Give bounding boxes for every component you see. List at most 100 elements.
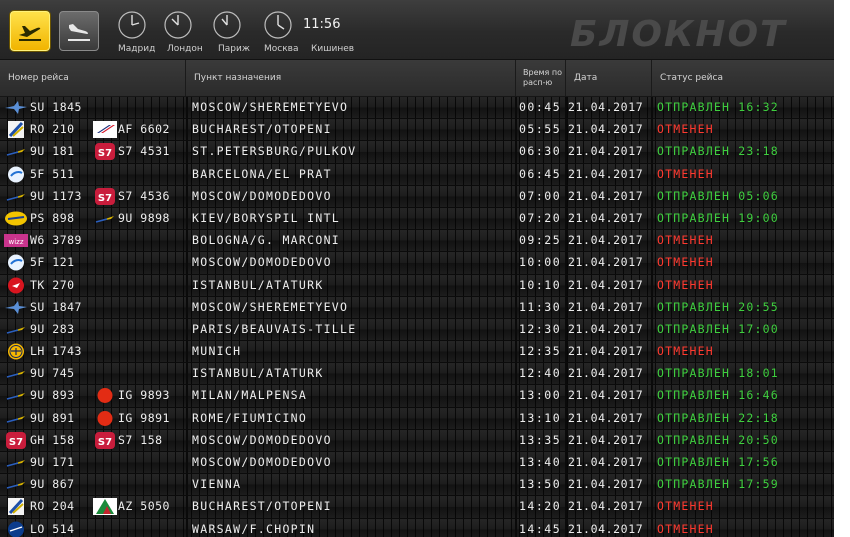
clock-icon bbox=[212, 10, 242, 40]
codeshare-flight-number: AF 6602 bbox=[118, 122, 170, 137]
header-bar: Мадрид Лондон Париж Москва Кишинев 11:56… bbox=[0, 0, 834, 60]
svg-text:S7: S7 bbox=[98, 437, 112, 448]
city-label: Мадрид bbox=[118, 44, 156, 54]
flight-status: ОТМЕНЕН bbox=[657, 122, 714, 137]
flight-date: 21.04.2017 bbox=[568, 188, 644, 203]
codeshare-logo-icon: S7 bbox=[93, 143, 117, 161]
flight-status: ОТМЕНЕН bbox=[657, 166, 714, 181]
destination: BOLOGNA/G. MARCONI bbox=[192, 233, 341, 248]
flight-list: SU 1845 MOSCOW/SHEREMETYEVO 00:45 21.04.201… bbox=[0, 97, 834, 537]
airline-logo-icon bbox=[4, 277, 28, 294]
clock-icon bbox=[263, 10, 293, 40]
scheduled-time: 06:30 bbox=[519, 144, 562, 159]
flight-date: 21.04.2017 bbox=[568, 277, 644, 292]
codeshare-flight-number: AZ 5050 bbox=[118, 499, 170, 514]
flight-date: 21.04.2017 bbox=[568, 166, 644, 181]
destination: MOSCOW/DOMODEDOVO bbox=[192, 188, 332, 203]
scheduled-time: 00:45 bbox=[519, 100, 562, 114]
svg-text:S7: S7 bbox=[98, 193, 112, 204]
flight-number: 9U 867 bbox=[30, 477, 75, 492]
airline-logo-icon bbox=[4, 521, 28, 537]
destination: ISTANBUL/ATATURK bbox=[192, 366, 324, 381]
airline-logo-icon bbox=[4, 299, 28, 316]
flight-row: SU 1847 MOSCOW/SHEREMETYEVO 11:30 21.04.201… bbox=[0, 296, 834, 319]
scheduled-time: 10:10 bbox=[519, 277, 562, 292]
codeshare-logo-icon: S7 bbox=[93, 187, 117, 205]
departures-button[interactable] bbox=[10, 11, 50, 51]
codeshare-flight-number: S7 4531 bbox=[118, 144, 170, 159]
flight-status: ОТПРАВЛЕН 23:18 bbox=[657, 144, 779, 159]
flight-date: 21.04.2017 bbox=[568, 344, 644, 359]
flight-row: 5F 121 MOSCOW/DOMODEDOVO 10:00 21.04.2017 ОТ… bbox=[0, 252, 834, 275]
flight-date: 21.04.2017 bbox=[568, 388, 644, 403]
brand-watermark: БЛОКНОТ bbox=[570, 14, 787, 55]
flight-status: ОТПРАВЛЕН 17:59 bbox=[657, 477, 779, 492]
flight-row: S7 GH 158 S7 S7 158 MOSCOW/DOMODEDOVO 13:35 21… bbox=[0, 429, 834, 452]
scheduled-time: 12:30 bbox=[519, 321, 562, 336]
flight-status: ОТПРАВЛЕН 05:06 bbox=[657, 188, 779, 203]
scheduled-time: 12:40 bbox=[519, 366, 562, 381]
arrivals-button[interactable] bbox=[59, 11, 99, 51]
flight-number: 9U 181 bbox=[30, 144, 75, 159]
destination: MILAN/MALPENSA bbox=[192, 388, 308, 403]
flight-date: 21.04.2017 bbox=[568, 477, 644, 492]
codeshare-logo-icon bbox=[93, 387, 117, 404]
svg-text:S7: S7 bbox=[98, 148, 112, 159]
city-label: Париж bbox=[218, 44, 250, 54]
city-label: Москва bbox=[264, 44, 299, 54]
codeshare-flight-number: S7 158 bbox=[118, 432, 163, 447]
destination: MOSCOW/SHEREMETYEVO bbox=[192, 299, 349, 314]
destination: MOSCOW/DOMODEDOVO bbox=[192, 255, 332, 270]
flight-status: ОТМЕНЕН bbox=[657, 344, 714, 359]
flight-row: 9U 893 IG 9893 MILAN/MALPENSA 13:00 21.04.20… bbox=[0, 385, 834, 408]
flight-status: ОТПРАВЛЕН 20:50 bbox=[657, 432, 779, 447]
flight-number: 9U 283 bbox=[30, 321, 75, 336]
codeshare-logo-icon bbox=[93, 210, 117, 227]
airline-logo-icon bbox=[4, 476, 28, 493]
scheduled-time: 09:25 bbox=[519, 233, 562, 248]
scheduled-time: 13:40 bbox=[519, 455, 562, 469]
codeshare-flight-number: IG 9891 bbox=[118, 410, 170, 425]
flight-row: 9U 745 ISTANBUL/ATATURK 12:40 21.04.2017 ОТП… bbox=[0, 363, 834, 386]
svg-text:S7: S7 bbox=[9, 437, 23, 448]
flight-date: 21.04.2017 bbox=[568, 366, 644, 381]
destination: BUCHAREST/OTOPENI bbox=[192, 499, 332, 514]
clock-icon bbox=[163, 10, 193, 40]
flight-number: PS 898 bbox=[30, 210, 75, 225]
column-headers: Номер рейса Пункт назначения Время по ра… bbox=[0, 60, 834, 96]
scheduled-time: 14:20 bbox=[519, 499, 562, 514]
airline-logo-icon bbox=[4, 254, 28, 271]
flight-number: 9U 891 bbox=[30, 410, 75, 425]
flight-row: SU 1845 MOSCOW/SHEREMETYEVO 00:45 21.04.201… bbox=[0, 97, 834, 120]
flight-row: RO 204 AZ 5050 BUCHAREST/OTOPENI 14:20 21.04… bbox=[0, 496, 834, 519]
flight-row: 9U 891 IG 9891 ROME/FIUMICINO 13:10 21.04.20… bbox=[0, 407, 834, 430]
flight-number: TK 270 bbox=[30, 277, 75, 292]
flight-row: 9U 283 PARIS/BEAUVAIS-TILLE 12:30 21.04.201… bbox=[0, 318, 834, 342]
flight-row: TK 270 ISTANBUL/ATATURK 10:10 21.04.2017 ОТМ… bbox=[0, 274, 834, 297]
destination: MOSCOW/SHEREMETYEVO bbox=[192, 100, 349, 114]
airline-logo-icon bbox=[4, 365, 28, 382]
scheduled-time: 10:00 bbox=[519, 255, 562, 270]
destination: ISTANBUL/ATATURK bbox=[192, 277, 324, 292]
departures-board: Мадрид Лондон Париж Москва Кишинев 11:56… bbox=[0, 0, 834, 537]
codeshare-flight-number: 9U 9898 bbox=[118, 210, 170, 225]
airline-logo-icon bbox=[4, 188, 28, 205]
flight-status: ОТПРАВЛЕН 22:18 bbox=[657, 410, 779, 425]
codeshare-logo-icon bbox=[93, 498, 117, 516]
flight-row: LO 514 WARSAW/F.CHOPIN 14:45 21.04.2017 ОТМЕ… bbox=[0, 518, 834, 537]
flight-number: SU 1847 bbox=[30, 299, 82, 314]
flight-date: 21.04.2017 bbox=[568, 299, 644, 314]
flight-status: ОТПРАВЛЕН 17:00 bbox=[657, 321, 779, 336]
flight-status: ОТПРАВЛЕН 18:01 bbox=[657, 366, 779, 381]
flight-row: PS 898 9U 9898 KIEV/BORYSPIL INTL 07:20 21.0… bbox=[0, 207, 834, 231]
flight-date: 21.04.2017 bbox=[568, 255, 644, 270]
flight-row: 9U 171 MOSCOW/DOMODEDOVO 13:40 21.04.2017 ОТ… bbox=[0, 452, 834, 475]
page-margin bbox=[834, 0, 850, 537]
destination: WARSAW/F.CHOPIN bbox=[192, 521, 316, 536]
flight-date: 21.04.2017 bbox=[568, 210, 644, 225]
column-status: Статус рейса bbox=[660, 73, 723, 83]
flight-status: ОТМЕНЕН bbox=[657, 233, 714, 248]
flight-number: W6 3789 bbox=[30, 233, 82, 248]
flight-date: 21.04.2017 bbox=[568, 144, 644, 159]
clock-icon bbox=[117, 10, 147, 40]
